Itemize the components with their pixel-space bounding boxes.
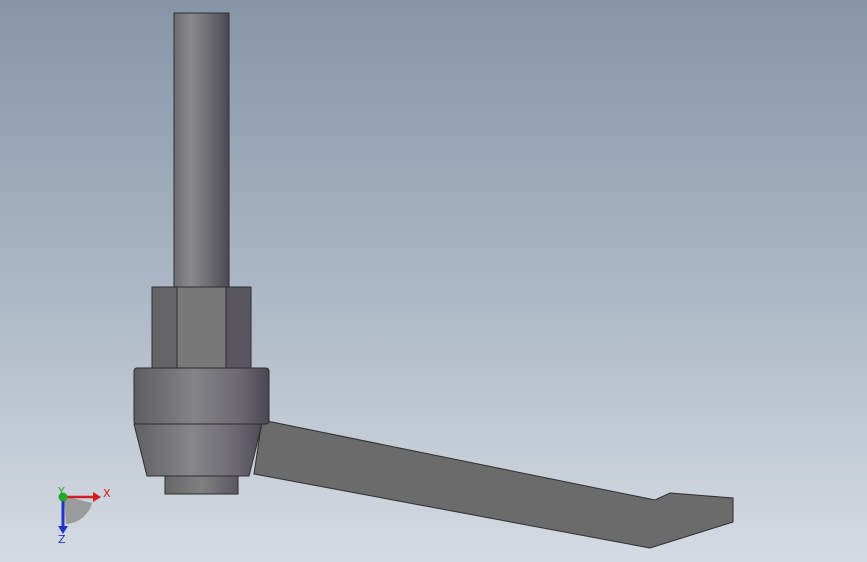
x-axis-arrow (93, 492, 101, 502)
bottom-stub (164, 475, 239, 495)
coordinate-triad: X Y Z (57, 485, 111, 546)
z-axis-label: Z (58, 533, 66, 546)
lever-arm (253, 419, 734, 549)
clamping-lever-model[interactable]: X Y Z (0, 0, 867, 562)
hex-nut (151, 286, 252, 370)
triad-shadow (64, 496, 92, 524)
shaft (173, 12, 230, 290)
cone-base (133, 423, 263, 477)
collar (133, 367, 270, 425)
y-axis-label: Y (57, 485, 65, 498)
cad-viewport[interactable]: X Y Z (0, 0, 867, 562)
x-axis-label: X (103, 487, 111, 500)
